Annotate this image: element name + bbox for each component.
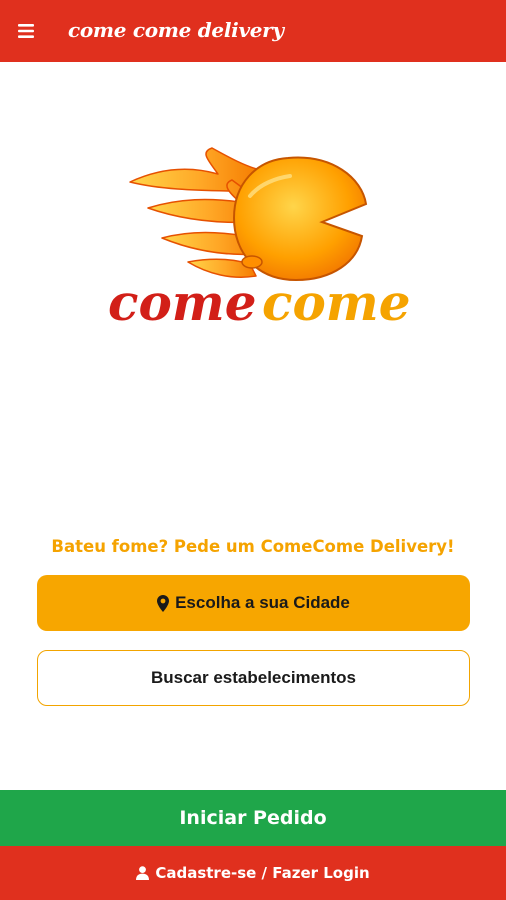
top-app-bar: come come delivery — [0, 0, 506, 62]
menu-button[interactable] — [0, 0, 52, 62]
hamburger-menu-icon — [18, 24, 34, 38]
user-icon — [136, 866, 150, 880]
search-establishments-button[interactable]: Buscar estabelecimentos — [37, 650, 470, 706]
start-order-label: Iniciar Pedido — [179, 807, 327, 829]
start-order-button[interactable]: Iniciar Pedido — [0, 790, 506, 846]
logo-word-come-orange: come — [262, 273, 411, 332]
app-title: come come delivery — [68, 18, 284, 42]
signup-login-button[interactable]: Cadastre-se / Fazer Login — [0, 846, 506, 900]
signup-login-label: Cadastre-se / Fazer Login — [155, 864, 370, 882]
tagline: Bateu fome? Pede um ComeCome Delivery! — [51, 537, 455, 556]
choose-city-label: Escolha a sua Cidade — [175, 593, 350, 612]
choose-city-button[interactable]: Escolha a sua Cidade — [37, 575, 470, 631]
search-establishments-label: Buscar estabelecimentos — [150, 668, 357, 687]
map-marker-icon — [157, 594, 170, 612]
come-come-logo: come come — [100, 140, 420, 340]
logo-word-come-red: come — [108, 273, 257, 332]
